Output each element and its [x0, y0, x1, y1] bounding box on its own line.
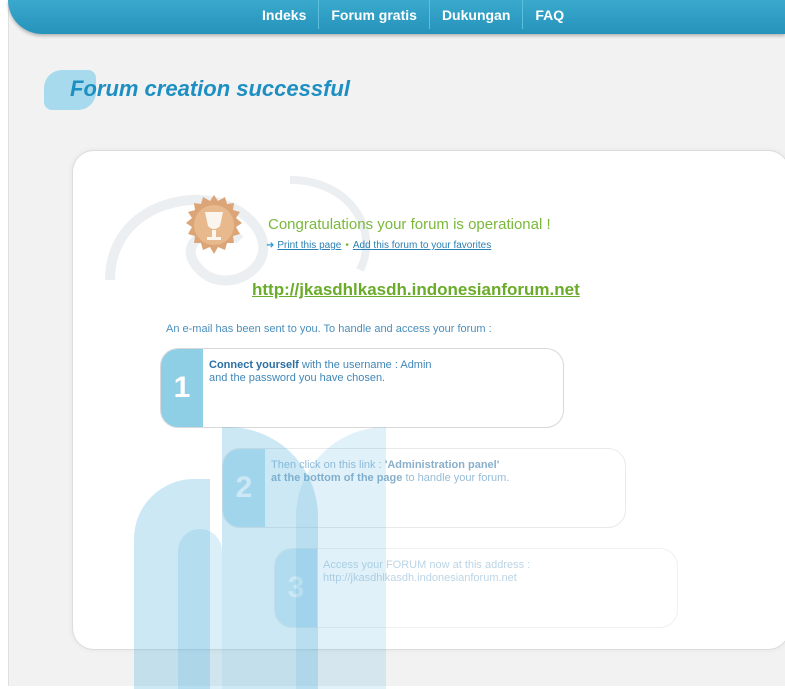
step-1-box: 1 Connect yourself with the username : A… — [160, 348, 564, 428]
step-number: 1 — [161, 349, 203, 427]
nav-tab-dukungan[interactable]: Dukungan — [430, 0, 524, 29]
forum-url-link[interactable]: http://jkasdhlkasdh.indonesianforum.net — [252, 280, 580, 300]
step-3-text: Access your FORUM now at this address : … — [323, 559, 530, 585]
arrow-right-icon: ➜ — [266, 240, 275, 251]
step-2-text: Then click on this link : 'Administratio… — [271, 459, 509, 485]
step-number: 3 — [275, 549, 317, 627]
step-3-text-a: Access your FORUM now at this address : — [323, 559, 531, 571]
trophy-medal-icon — [186, 195, 242, 254]
step-2-box: 2 Then click on this link : 'Administrat… — [222, 448, 626, 528]
nav-tab-indeks[interactable]: Indeks — [250, 0, 320, 29]
print-page-link[interactable]: Print this page — [277, 240, 341, 251]
add-favorites-link[interactable]: Add this forum to your favorites — [353, 240, 491, 251]
nav-tab-forum-gratis[interactable]: Forum gratis — [319, 0, 430, 29]
step-1-text-a: with the username : Admin — [298, 359, 432, 371]
link-separator: • — [345, 240, 349, 251]
step-number: 2 — [223, 449, 265, 527]
step-2-text-a: Then click on this link : — [271, 459, 385, 471]
step-1-text: Connect yourself with the username : Adm… — [209, 359, 432, 385]
step-3-url: http://jkasdhlkasdh.indonesianforum.net — [323, 572, 517, 584]
page-title: Forum creation successful — [70, 76, 350, 101]
email-sent-note: An e-mail has been sent to you. To handl… — [166, 323, 492, 335]
action-links: ➜ Print this page • Add this forum to your … — [266, 240, 491, 251]
step-3-box: 3 Access your FORUM now at this address … — [274, 548, 678, 628]
nav-tab-faq[interactable]: FAQ — [523, 0, 576, 29]
nav-tabs: Indeks Forum gratis Dukungan FAQ — [250, 0, 576, 30]
step-2-bold-b: at the bottom of the page — [271, 472, 403, 484]
admin-panel-link-text: 'Administration panel' — [384, 459, 500, 471]
step-1-text-b: and the password you have chosen. — [209, 372, 386, 384]
step-1-bold: Connect yourself — [209, 359, 299, 371]
step-2-text-b: to handle your forum. — [402, 472, 510, 484]
top-navigation: Indeks Forum gratis Dukungan FAQ — [8, 0, 785, 34]
congratulations-message: Congratulations your forum is operationa… — [268, 216, 551, 233]
